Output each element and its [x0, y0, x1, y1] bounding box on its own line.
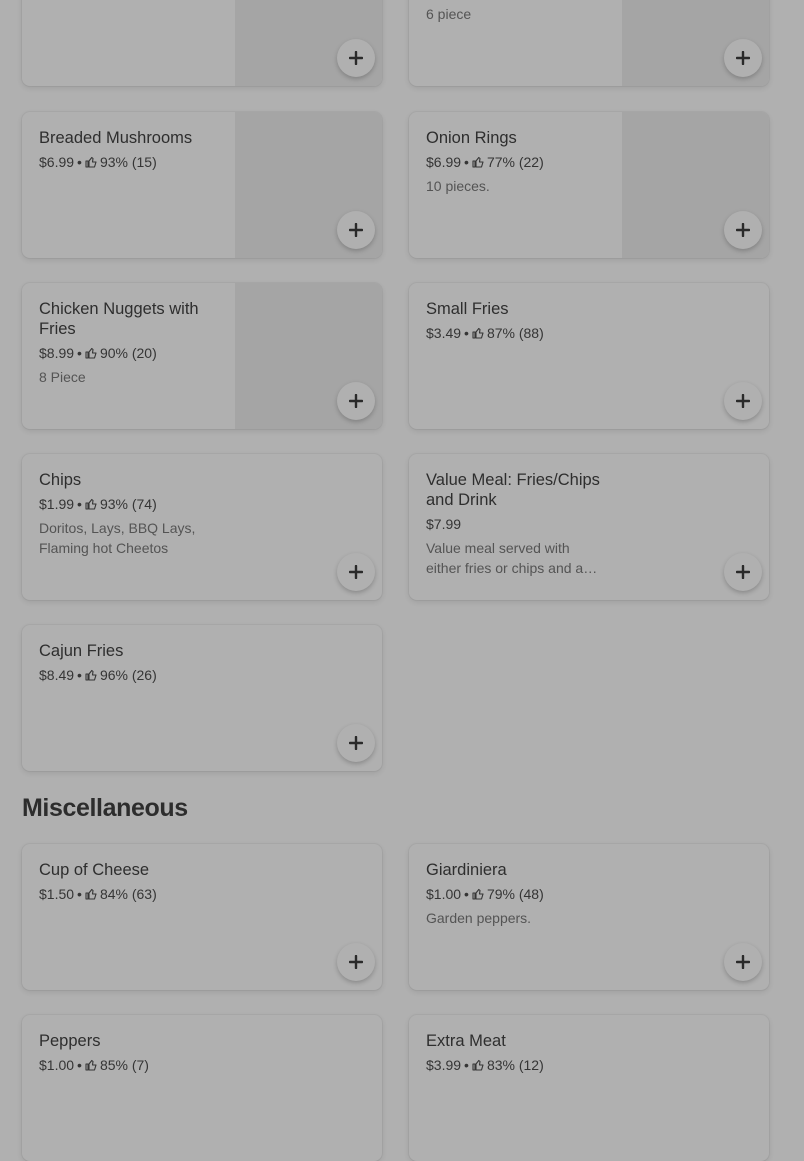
thumbs-up-icon	[472, 327, 484, 339]
thumbs-up-icon	[85, 1059, 97, 1071]
section-title-miscellaneous: Miscellaneous	[22, 794, 188, 822]
menu-item-card[interactable]: Extra Meat $3.99 • 83% (12)	[409, 1015, 769, 1161]
item-rating: 93% (74)	[99, 496, 157, 512]
item-rating: 90% (20)	[99, 345, 157, 361]
item-name: Giardiniera	[426, 861, 507, 879]
plus-icon	[736, 565, 750, 579]
plus-icon	[736, 955, 750, 969]
item-price: $8.49	[39, 667, 75, 683]
item-meta: $8.99 • 90% (20)	[39, 345, 157, 361]
add-item-button[interactable]	[724, 943, 762, 981]
item-meta: $1.50 • 84% (63)	[39, 886, 157, 902]
item-price: $1.99	[39, 496, 75, 512]
thumbs-up-icon	[472, 156, 484, 168]
item-meta: $1.00 • 79% (48)	[426, 886, 544, 902]
item-name: Cup of Cheese	[39, 861, 150, 879]
item-rating: 84% (63)	[99, 886, 157, 902]
item-price: $1.00	[39, 1057, 75, 1073]
plus-icon	[349, 565, 363, 579]
thumbs-up-icon	[85, 347, 97, 359]
add-item-button[interactable]	[724, 382, 762, 420]
item-meta: $3.99 • 83% (12)	[426, 1057, 544, 1073]
menu-item-card[interactable]: Giardiniera $1.00 • 79% (48) Garden pepper…	[409, 844, 769, 990]
thumbs-up-icon	[85, 669, 97, 681]
menu-item-card[interactable]: Value Meal: Fries/Chips and Drink $7.99 …	[409, 454, 769, 600]
menu-item-card[interactable]: Onion Rings $6.99 • 77% (22) 10 pieces.	[409, 112, 769, 258]
item-rating: 93% (15)	[99, 154, 157, 170]
item-description: Garden peppers.	[426, 910, 532, 926]
item-rating: 85% (7)	[99, 1057, 149, 1073]
plus-icon	[349, 51, 363, 65]
item-meta: $3.49 • 87% (88)	[426, 325, 544, 341]
item-meta: $1.00 • 85% (7)	[39, 1057, 149, 1073]
menu-item-card[interactable]: 6 piece	[409, 0, 769, 86]
item-name: Chicken Nuggets with Fries	[39, 300, 199, 338]
item-price: $6.99	[426, 154, 462, 170]
plus-icon	[736, 51, 750, 65]
menu-item-card[interactable]: Cajun Fries $8.49 • 96% (26)	[22, 625, 382, 771]
item-name: Value Meal: Fries/Chips and Drink	[426, 471, 600, 509]
plus-icon	[349, 736, 363, 750]
item-rating: 96% (26)	[99, 667, 157, 683]
add-item-button[interactable]	[337, 211, 375, 249]
menu-item-card[interactable]: Chips $1.99 • 93% (74) Doritos, Lays, BBQ …	[22, 454, 382, 600]
item-meta: $6.99 • 93% (15)	[39, 154, 157, 170]
item-description: 10 pieces.	[426, 178, 490, 194]
thumbs-up-icon	[85, 888, 97, 900]
item-name: Chips	[39, 471, 82, 489]
item-price: $6.99	[39, 154, 75, 170]
menu-item-card[interactable]: Cup of Cheese $1.50 • 84% (63)	[22, 844, 382, 990]
item-name: Extra Meat	[426, 1032, 506, 1050]
item-rating: 83% (12)	[486, 1057, 544, 1073]
item-meta: $8.49 • 96% (26)	[39, 667, 157, 683]
item-description: Doritos, Lays, BBQ Lays, Flaming hot Che…	[39, 520, 196, 556]
add-item-button[interactable]	[724, 39, 762, 77]
item-description: 6 piece	[426, 6, 472, 22]
thumbs-up-icon	[472, 888, 484, 900]
item-price: $8.99	[39, 345, 75, 361]
item-rating: 77% (22)	[486, 154, 544, 170]
item-name: Small Fries	[426, 300, 509, 318]
add-item-button[interactable]	[724, 553, 762, 591]
item-price: $3.99	[426, 1057, 462, 1073]
item-rating: 79% (48)	[486, 886, 544, 902]
menu-item-card[interactable]	[22, 0, 382, 86]
item-name: Breaded Mushrooms	[39, 129, 193, 147]
item-meta: $1.99 • 93% (74)	[39, 496, 157, 512]
thumbs-up-icon	[85, 156, 97, 168]
item-name: Onion Rings	[426, 129, 517, 147]
plus-icon	[349, 955, 363, 969]
plus-icon	[736, 223, 750, 237]
item-rating: 87% (88)	[486, 325, 544, 341]
thumbs-up-icon	[85, 498, 97, 510]
item-price: $3.49	[426, 325, 462, 341]
add-item-button[interactable]	[337, 382, 375, 420]
plus-icon	[736, 394, 750, 408]
item-price: $7.99	[426, 516, 462, 532]
add-item-button[interactable]	[337, 553, 375, 591]
add-item-button[interactable]	[337, 724, 375, 762]
add-item-button[interactable]	[724, 211, 762, 249]
item-description: 8 Piece	[39, 369, 86, 385]
item-name: Peppers	[39, 1032, 101, 1050]
thumbs-up-icon	[472, 1059, 484, 1071]
plus-icon	[349, 223, 363, 237]
add-item-button[interactable]	[337, 39, 375, 77]
menu-item-card[interactable]: Small Fries $3.49 • 87% (88)	[409, 283, 769, 429]
item-name: Cajun Fries	[39, 642, 124, 660]
menu-item-card[interactable]: Peppers $1.00 • 85% (7)	[22, 1015, 382, 1161]
item-description: Value meal served with either fries or c…	[426, 540, 598, 576]
menu-item-card[interactable]: Breaded Mushrooms $6.99 • 93% (15)	[22, 112, 382, 258]
item-price: $1.00	[426, 886, 462, 902]
menu-item-card[interactable]: Chicken Nuggets with Fries $8.99 • 90% (20…	[22, 283, 382, 429]
plus-icon	[349, 394, 363, 408]
item-meta: $6.99 • 77% (22)	[426, 154, 544, 170]
add-item-button[interactable]	[337, 943, 375, 981]
item-price: $1.50	[39, 886, 75, 902]
